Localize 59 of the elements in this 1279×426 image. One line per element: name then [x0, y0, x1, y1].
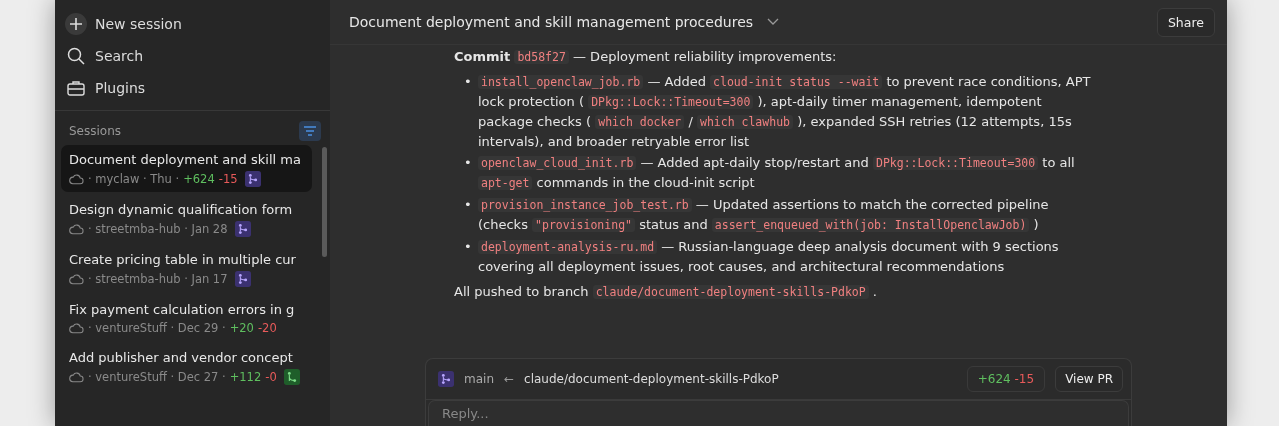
branch-icon [234, 221, 251, 237]
session-item[interactable]: Document deployment and skill ma · myclaw · Thu · +624 -15 [61, 145, 312, 192]
scrollbar[interactable] [322, 147, 327, 257]
added-count: +112 [229, 370, 262, 384]
bullet-text: deployment-analysis-ru.md — Russian-language deep analysis document with 9 sections covering all deployment issues, root causes, and architectural recommendations [478, 238, 1060, 276]
session-title-dropdown[interactable]: Document deployment and skill management procedures [349, 14, 780, 30]
session-item[interactable]: Add publisher and vendor concept · ventureStuff · Dec 27 · +112 -0 [61, 343, 312, 390]
branch-icon [244, 171, 261, 187]
sidebar-action[interactable]: Search [65, 42, 320, 70]
session-meta: · ventureStuff · Dec 29 · [88, 321, 226, 335]
session-meta: · ventureStuff · Dec 27 · [88, 370, 226, 384]
added-count: +624 [183, 172, 215, 186]
arrow-left-icon: ← [504, 372, 515, 386]
sidebar-action[interactable]: Plugins [65, 74, 320, 102]
session-meta: · streetmba-hub · Jan 28 [88, 222, 228, 236]
message-paragraph: Commit bd58f27 — Deployment reliability improvements: [454, 48, 838, 66]
bullet-marker: • [464, 196, 473, 214]
removed-count: -15 [218, 172, 238, 186]
session-meta: · myclaw · Thu · [88, 172, 180, 186]
search-icon [67, 47, 85, 65]
session-title: Fix payment calculation errors in g [69, 302, 296, 317]
session-title: Design dynamic qualification form [69, 202, 294, 217]
removed-count: -20 [257, 321, 277, 335]
session-meta: · streetmba-hub · Jan 17 [88, 272, 228, 286]
cloud-icon [69, 322, 84, 334]
view-pr-button[interactable]: View PR [1055, 366, 1123, 392]
chevron-down-icon [767, 18, 780, 26]
cloud-icon [69, 173, 84, 185]
bullet-marker: • [464, 238, 473, 256]
session-item[interactable]: Create pricing table in multiple cur · streetmba-hub · Jan 17 [61, 245, 312, 292]
session-item[interactable]: Design dynamic qualification form · streetmba-hub · Jan 28 [61, 195, 312, 242]
plus-icon [65, 13, 87, 35]
briefcase-icon [67, 79, 85, 97]
branch-icon [234, 271, 251, 287]
bullet-text: openclaw_cloud_init.rb — Added apt-daily stop/restart and DPkg::Lock::Timeout=300 to all apt-get commands in the cloud-init script [478, 153, 1094, 193]
session-item[interactable]: Fix payment calculation errors in g · ventureStuff · Dec 29 · +20 -20 [61, 295, 312, 340]
bullet-marker: • [464, 73, 473, 91]
branch-icon [438, 371, 454, 387]
cloud-icon [69, 223, 84, 235]
base-branch: main [464, 372, 494, 386]
head-branch: claude/document-deployment-skills-PdkoP [524, 372, 780, 386]
message-paragraph: All pushed to branch claude/document-deployment-skills-PdkoP . [454, 283, 878, 301]
sessions-heading: Sessions [69, 124, 122, 138]
filter-icon [303, 126, 317, 136]
session-title: Add publisher and vendor concept [69, 350, 294, 365]
removed-count: -0 [265, 370, 277, 384]
sidebar-action[interactable]: New session [65, 10, 320, 38]
diff-stats: +624 -15 [966, 366, 1046, 392]
bullet-text: provision_instance_job_test.rb — Updated assertions to match the corrected pipeline (checks "provisioning" status and assert_enqueued_with(job: InstallOpenclawJob) ) [478, 196, 1050, 234]
session-title: Document deployment and skill ma [69, 152, 302, 167]
reply-field[interactable]: Reply... [428, 400, 1129, 426]
session-title: Create pricing table in multiple cur [69, 252, 297, 267]
filter-button[interactable] [299, 121, 321, 141]
cloud-icon [69, 273, 84, 285]
added-count: +20 [229, 321, 254, 335]
share-button[interactable]: Share [1156, 7, 1215, 37]
cloud-icon [69, 371, 84, 383]
merge-icon [283, 369, 300, 385]
bullet-marker: • [464, 154, 473, 172]
